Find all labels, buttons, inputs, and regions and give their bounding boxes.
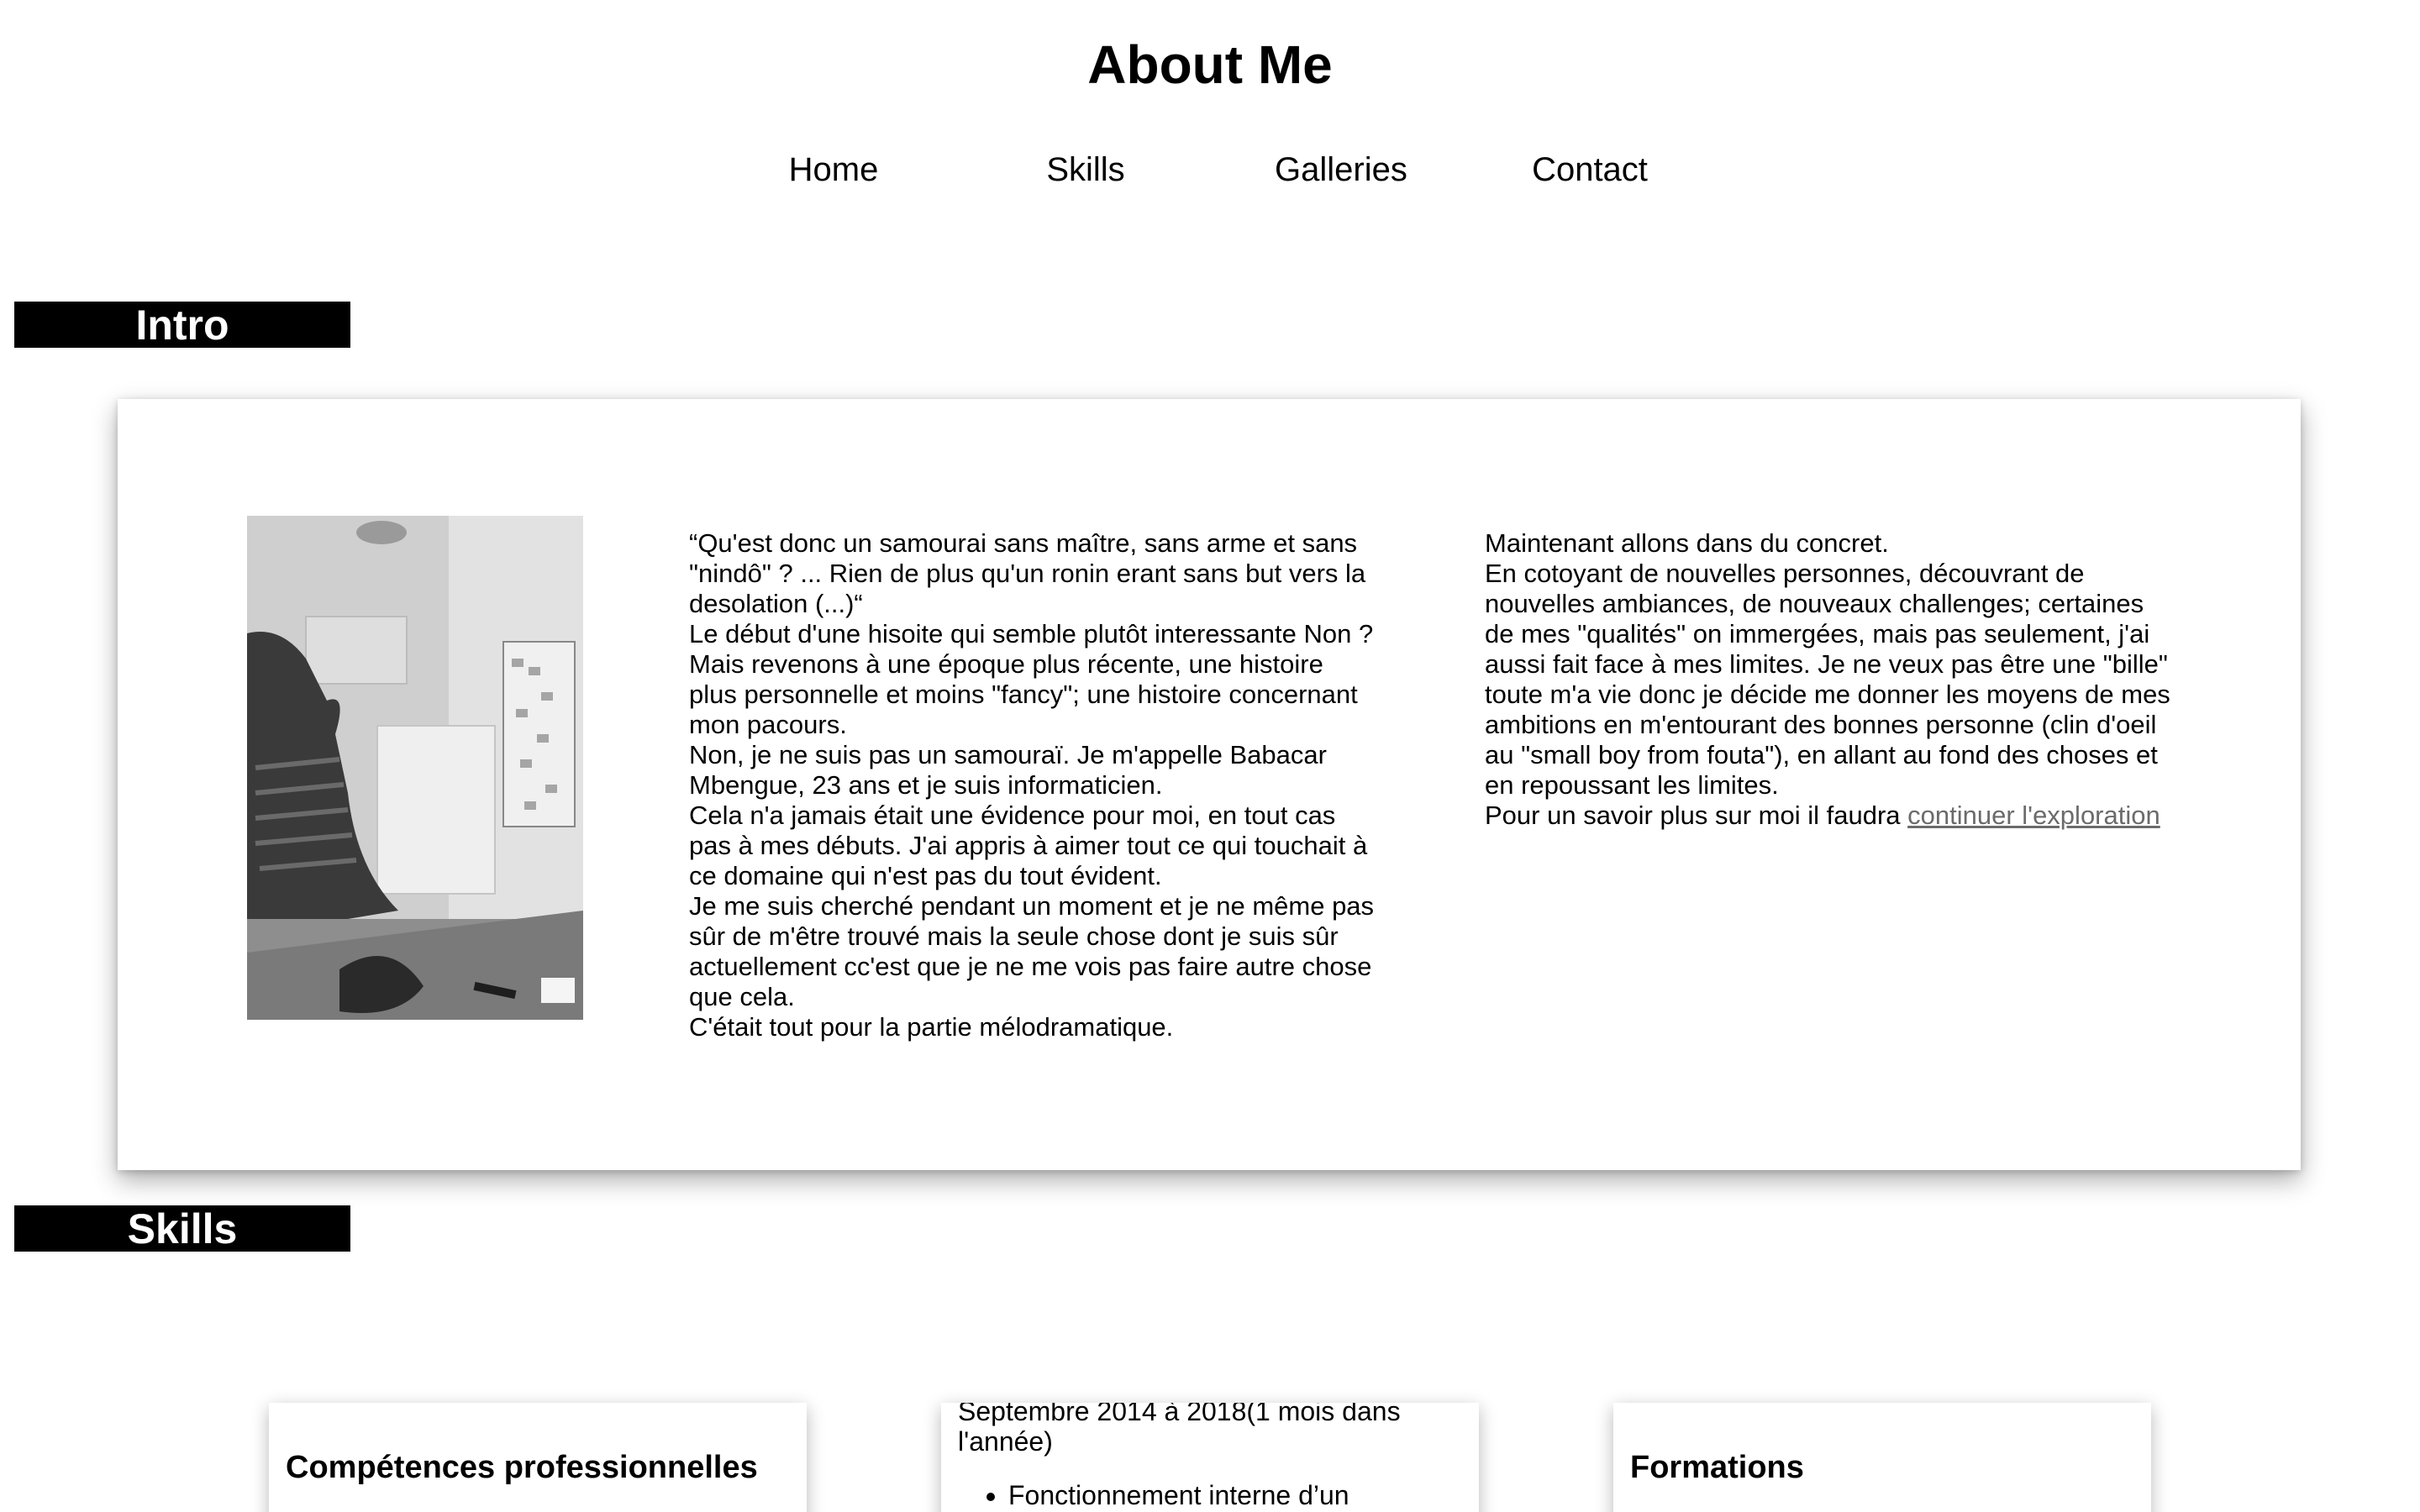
experience-date: Septembre 2014 à 2018(1 mois dans l'anné…: [958, 1403, 1401, 1457]
skill-card-professional: Compétences professionnelles: [269, 1403, 807, 1512]
section-label-skills: Skills: [14, 1205, 350, 1252]
intro-paragraph: C'était tout pour la partie mélodramatiq…: [689, 1012, 1174, 1042]
intro-more-prefix: Pour un savoir plus sur moi il faudra: [1485, 801, 1908, 830]
intro-paragraph: Maintenant allons dans du concret.: [1485, 528, 1889, 558]
main-nav: Home Skills Galleries Contact: [0, 148, 2420, 192]
list-item: Fonctionnement interne d’un: [1008, 1480, 1462, 1510]
skill-card-title: Formations: [1630, 1450, 1804, 1485]
experience-list: Fonctionnement interne d’un: [958, 1480, 1462, 1510]
skill-card-formations: Formations: [1613, 1403, 2151, 1512]
skill-card-experience: Septembre 2014 à 2018(1 mois dans l'anné…: [941, 1403, 1479, 1512]
intro-paragraph: Je me suis cherché pendant un moment et …: [689, 891, 1375, 1011]
intro-more-paragraph: Pour un savoir plus sur moi il faudra co…: [1485, 801, 2174, 831]
nav-skills-link[interactable]: Skills: [1023, 148, 1149, 192]
skill-card-title: Compétences professionnelles: [286, 1450, 758, 1485]
nav-home-link[interactable]: Home: [771, 148, 897, 192]
continue-exploration-link[interactable]: continuer l'exploration: [1907, 801, 2160, 830]
page-title: About Me: [1087, 34, 1333, 95]
intro-paragraph: Le début d'une hisoite qui semble plutôt…: [689, 619, 1374, 739]
section-label-intro: Intro: [14, 302, 350, 349]
intro-text-column-2: Maintenant allons dans du concret. En co…: [1485, 528, 2174, 831]
page: About Me Home Skills Galleries Contact I…: [0, 0, 2420, 1512]
nav-contact-link[interactable]: Contact: [1527, 148, 1653, 192]
intro-card: “Qu'est donc un samourai sans maître, sa…: [118, 399, 2301, 1170]
intro-paragraph: En cotoyant de nouvelles personnes, déco…: [1485, 559, 2170, 800]
intro-paragraph: “Qu'est donc un samourai sans maître, sa…: [689, 528, 1366, 618]
intro-paragraph: Non, je ne suis pas un samouraï. Je m'ap…: [689, 740, 1327, 800]
nav-galleries-link[interactable]: Galleries: [1275, 148, 1407, 192]
intro-text-column-1: “Qu'est donc un samourai sans maître, sa…: [689, 528, 1378, 1042]
profile-photo-image: [247, 516, 583, 1020]
profile-photo: [247, 516, 583, 1020]
skill-card-body: Septembre 2014 à 2018(1 mois dans l'anné…: [958, 1403, 1462, 1510]
intro-paragraph: Cela n'a jamais était une évidence pour …: [689, 801, 1368, 890]
